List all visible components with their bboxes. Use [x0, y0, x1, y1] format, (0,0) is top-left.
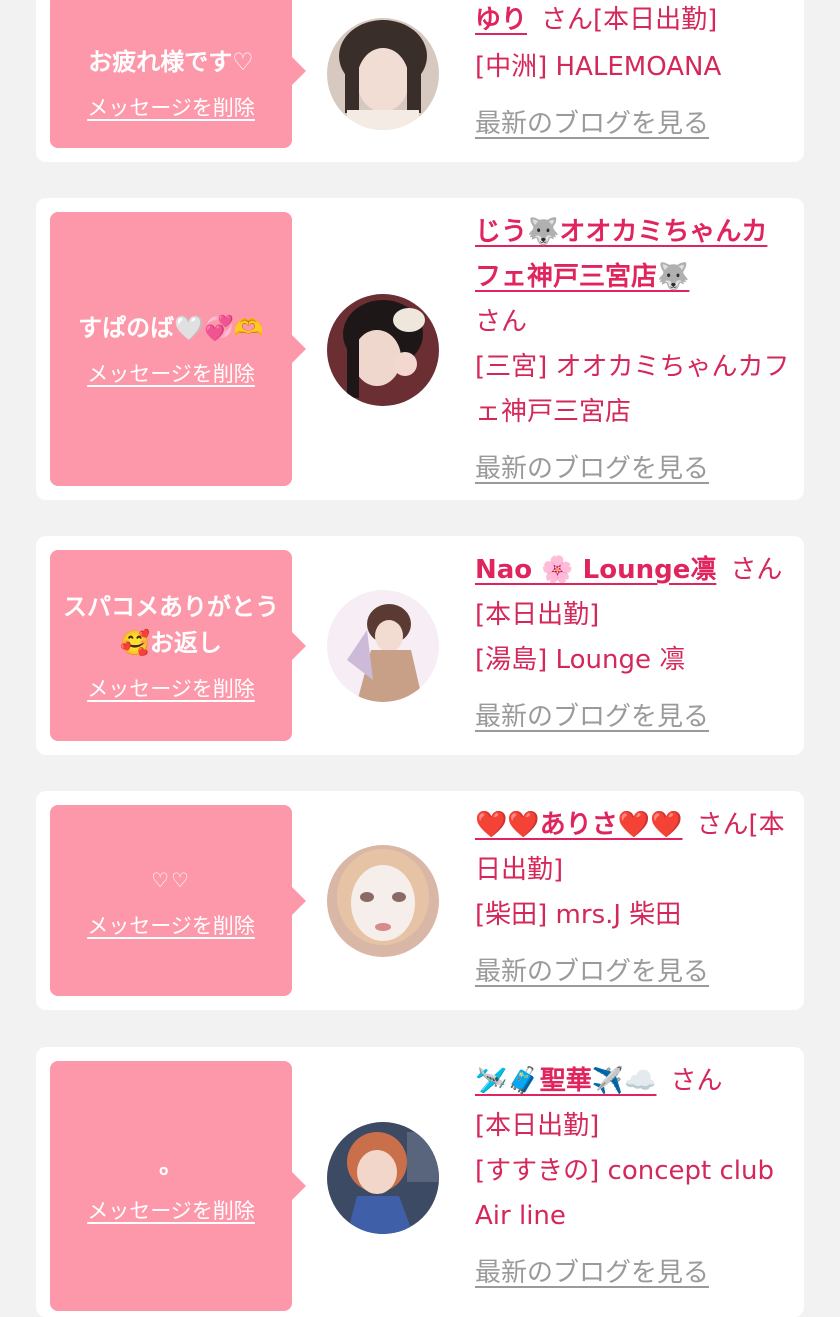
shop-label: [すすきの] concept club Air line: [475, 1156, 774, 1231]
message-bubble: 。 メッセージを削除: [50, 1061, 306, 1311]
status-label: [本日出勤]: [475, 1111, 600, 1141]
latest-blog-link[interactable]: 最新のブログを見る: [475, 1251, 793, 1296]
shop-label: [中洲] HALEMOANA: [475, 52, 722, 82]
san-label: さん: [730, 555, 783, 585]
delete-message-link[interactable]: メッセージを削除: [87, 912, 255, 940]
latest-blog-link[interactable]: 最新のブログを見る: [475, 447, 793, 492]
message-card: すぱのば🤍💞🫶 メッセージを削除 じう🐺オオカミちゃんカフェ神戸三宮店🐺 さん […: [36, 198, 804, 500]
message-text: 。: [159, 1151, 183, 1179]
shop-label: [湯島] Lounge 凛: [475, 645, 686, 675]
delete-message-link[interactable]: メッセージを削除: [87, 1197, 255, 1225]
message-text: お疲れ様です♡: [88, 48, 254, 76]
message-bubble: すぱのば🤍💞🫶 メッセージを削除: [50, 212, 306, 486]
latest-blog-link[interactable]: 最新のブログを見る: [475, 695, 793, 740]
latest-blog-link[interactable]: 最新のブログを見る: [475, 102, 793, 147]
message-card: 。 メッセージを削除 🛩️🧳聖華✈️☁️ さん [本日出勤] [すすきの] con…: [36, 1047, 804, 1317]
san-label: さん: [475, 307, 528, 337]
cast-info: 🛩️🧳聖華✈️☁️ さん [本日出勤] [すすきの] concept club A…: [475, 1059, 793, 1296]
cast-name-link[interactable]: Nao 🌸 Lounge凛: [475, 555, 716, 585]
message-card: お疲れ様です♡ メッセージを削除 ゆり さん[本日出勤] [中洲] HALEMOA…: [36, 0, 804, 162]
cast-name-link[interactable]: 🛩️🧳聖華✈️☁️: [475, 1066, 657, 1096]
message-text: スパコメありがとう🥰お返し: [63, 592, 279, 657]
san-label: さん: [670, 1066, 723, 1096]
cast-info: Nao 🌸 Lounge凛 さん [本日出勤] [湯島] Lounge 凛 最新のブ…: [475, 548, 793, 740]
avatar[interactable]: [327, 18, 439, 130]
san-label: さん: [696, 810, 749, 840]
message-bubble: スパコメありがとう🥰お返し メッセージを削除: [50, 550, 306, 741]
avatar[interactable]: [327, 294, 439, 406]
san-label: さん: [541, 5, 594, 35]
message-bubble: ♡♡ メッセージを削除: [50, 805, 306, 996]
delete-message-link[interactable]: メッセージを削除: [87, 94, 255, 122]
delete-message-link[interactable]: メッセージを削除: [87, 675, 255, 703]
avatar[interactable]: [327, 1122, 439, 1234]
cast-info: ❤️❤️ありさ❤️❤️ さん[本日出勤] [柴田] mrs.J 柴田 最新のブログ…: [475, 803, 793, 995]
cast-info: ゆり さん[本日出勤] [中洲] HALEMOANA 最新のブログを見る: [475, 0, 793, 147]
cast-name-link[interactable]: ゆり: [475, 5, 527, 35]
shop-label: [柴田] mrs.J 柴田: [475, 900, 682, 930]
latest-blog-link[interactable]: 最新のブログを見る: [475, 950, 793, 995]
message-card: スパコメありがとう🥰お返し メッセージを削除 Nao 🌸 Lounge凛 さん [本…: [36, 536, 804, 755]
avatar[interactable]: [327, 590, 439, 702]
delete-message-link[interactable]: メッセージを削除: [87, 360, 255, 388]
message-bubble: お疲れ様です♡ メッセージを削除: [50, 0, 306, 148]
status-label: [本日出勤]: [475, 600, 600, 630]
message-text: ♡♡: [151, 867, 191, 892]
status-label: [本日出勤]: [593, 5, 718, 35]
avatar[interactable]: [327, 845, 439, 957]
cast-name-link[interactable]: じう🐺オオカミちゃんカフェ神戸三宮店🐺: [475, 217, 767, 292]
cast-name-link[interactable]: ❤️❤️ありさ❤️❤️: [475, 810, 683, 840]
shop-label: [三宮] オオカミちゃんカフェ神戸三宮店: [475, 352, 790, 427]
message-text: すぱのば🤍💞🫶: [78, 314, 264, 342]
cast-info: じう🐺オオカミちゃんカフェ神戸三宮店🐺 さん [三宮] オオカミちゃんカフェ神戸三…: [475, 210, 793, 492]
message-card: ♡♡ メッセージを削除 ❤️❤️ありさ❤️❤️ さん[本日出勤] [柴田] mrs…: [36, 791, 804, 1010]
